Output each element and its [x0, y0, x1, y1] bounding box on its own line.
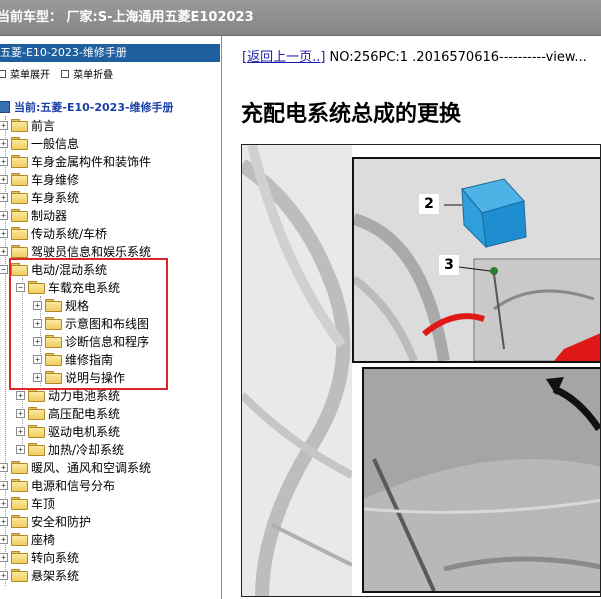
folder-icon	[28, 407, 45, 420]
folder-icon	[11, 173, 28, 186]
expand-toggle-icon[interactable]: +	[0, 156, 8, 166]
expand-menu-button[interactable]: 菜单展开	[0, 66, 50, 81]
manual-title-bar: 五菱-E10-2023-维修手册	[0, 44, 220, 62]
highlight-box	[9, 258, 168, 390]
component-photo: 2 3	[352, 157, 600, 363]
expand-toggle-icon[interactable]: +	[0, 534, 8, 544]
tree-item[interactable]: + 悬架系统	[0, 566, 79, 584]
folder-icon	[11, 191, 28, 204]
folder-icon	[11, 137, 28, 150]
folder-icon	[11, 461, 28, 474]
tree-item-label: 传动系统/车桥	[31, 226, 108, 241]
folder-icon	[11, 119, 28, 132]
tree-item[interactable]: + 车身系统	[0, 188, 79, 206]
tree-item-label: 安全和防护	[31, 514, 92, 529]
expand-toggle-icon[interactable]: +	[0, 120, 8, 130]
page-title: 充配电系统总成的更换	[241, 102, 462, 127]
back-link[interactable]: [返回上一页..]	[242, 50, 325, 65]
tree-item-label: 车身金属构件和装饰件	[31, 154, 152, 169]
engine-bay-background	[242, 145, 352, 596]
tree-item-label: 制动器	[31, 208, 68, 223]
navigation-pane: 五菱-E10-2023-维修手册 菜单展开 菜单折叠 当前:五菱-E10-202…	[0, 36, 222, 599]
doc-nav-line: [返回上一页..] NO:256PC:1 .2016570616--------…	[242, 46, 587, 65]
folder-icon	[11, 551, 28, 564]
expand-toggle-icon[interactable]: +	[0, 174, 8, 184]
folder-icon	[11, 245, 28, 258]
tree-item-label: 车身系统	[31, 190, 80, 205]
tree-item[interactable]: + 车身维修	[0, 170, 79, 188]
expand-toggle-icon[interactable]: +	[0, 516, 8, 526]
tree-item[interactable]: + 安全和防护	[0, 512, 91, 530]
tree-item-label: 座椅	[31, 532, 56, 547]
tree-item[interactable]: + 一般信息	[0, 134, 79, 152]
expand-toggle-icon[interactable]: +	[0, 246, 8, 256]
tree-item-label: 驱动电机系统	[48, 424, 121, 439]
content-pane: [返回上一页..] NO:256PC:1 .2016570616--------…	[223, 36, 601, 599]
expand-toggle-icon[interactable]: +	[16, 390, 25, 400]
folder-icon	[11, 227, 28, 240]
hood-illustration	[364, 369, 600, 591]
tree-item-label: 转向系统	[31, 550, 80, 565]
expand-toggle-icon[interactable]: +	[0, 570, 8, 580]
tree-item-label: 加热/冷却系统	[48, 442, 125, 457]
tree-root[interactable]: 当前:五菱-E10-2023-维修手册	[0, 98, 174, 116]
hood-photo	[362, 367, 600, 593]
manual-book-icon	[0, 101, 10, 113]
expand-toggle-icon[interactable]: +	[0, 228, 8, 238]
tree-item-label: 悬架系统	[31, 568, 80, 583]
expand-toggle-icon[interactable]: +	[0, 498, 8, 508]
tree-item[interactable]: + 电源和信号分布	[0, 476, 115, 494]
folder-icon	[28, 425, 45, 438]
expand-toggle-icon[interactable]: +	[16, 444, 25, 454]
tree-item-label: 暖风、通风和空调系统	[31, 460, 152, 475]
tree-item-label: 驾驶员信息和娱乐系统	[31, 244, 152, 259]
tree-item[interactable]: + 驱动电机系统	[16, 422, 120, 440]
folder-icon	[11, 569, 28, 582]
callout-3: 3	[439, 255, 459, 275]
expand-toggle-icon[interactable]: +	[0, 462, 8, 472]
expand-icon	[0, 69, 6, 78]
tree-item[interactable]: + 传动系统/车桥	[0, 224, 107, 242]
folder-icon	[11, 479, 28, 492]
folder-icon	[11, 497, 28, 510]
procedure-figure: 2 3	[241, 144, 601, 597]
expand-toggle-icon[interactable]: +	[0, 552, 8, 562]
folder-icon	[11, 533, 28, 546]
collapse-menu-button[interactable]: 菜单折叠	[61, 66, 113, 81]
tree-toolbar: 菜单展开 菜单折叠	[0, 66, 121, 82]
tree-item[interactable]: + 制动器	[0, 206, 67, 224]
doc-info: NO:256PC:1 .2016570616----------view...	[325, 50, 587, 65]
tree-item[interactable]: + 座椅	[0, 530, 55, 548]
folder-icon	[11, 209, 28, 222]
collapse-icon	[61, 69, 70, 78]
folder-icon	[11, 155, 28, 168]
collapse-toggle-icon[interactable]: −	[0, 264, 8, 274]
tree-item-label: 车顶	[31, 496, 56, 511]
tree-item[interactable]: + 转向系统	[0, 548, 79, 566]
tree-item[interactable]: + 前言	[0, 116, 55, 134]
window-title-bar: 当前车型： 厂家:S-上海通用五菱E102023	[0, 0, 601, 36]
tree-item-label: 一般信息	[31, 136, 80, 151]
expand-toggle-icon[interactable]: +	[16, 408, 25, 418]
tree-item-label: 前言	[31, 118, 56, 133]
tree-item-label: 车身维修	[31, 172, 80, 187]
expand-toggle-icon[interactable]: +	[16, 426, 25, 436]
callout-2: 2	[419, 194, 439, 214]
window-title: 当前车型： 厂家:S-上海通用五菱E102023	[0, 10, 254, 25]
folder-icon	[11, 515, 28, 528]
expand-toggle-icon[interactable]: +	[0, 192, 8, 202]
tree-item[interactable]: + 车顶	[0, 494, 55, 512]
expand-toggle-icon[interactable]: +	[0, 138, 8, 148]
tree-item[interactable]: + 车身金属构件和装饰件	[0, 152, 151, 170]
expand-toggle-icon[interactable]: +	[0, 480, 8, 490]
tree-item[interactable]: + 暖风、通风和空调系统	[0, 458, 151, 476]
charging-unit-illustration	[354, 159, 600, 361]
expand-toggle-icon[interactable]: +	[0, 210, 8, 220]
tree-item-label: 高压配电系统	[48, 406, 121, 421]
tree-item[interactable]: + 加热/冷却系统	[16, 440, 124, 458]
tree-item-label: 电源和信号分布	[31, 478, 116, 493]
folder-icon	[28, 443, 45, 456]
folder-icon	[28, 389, 45, 402]
tree-item[interactable]: + 高压配电系统	[16, 404, 120, 422]
